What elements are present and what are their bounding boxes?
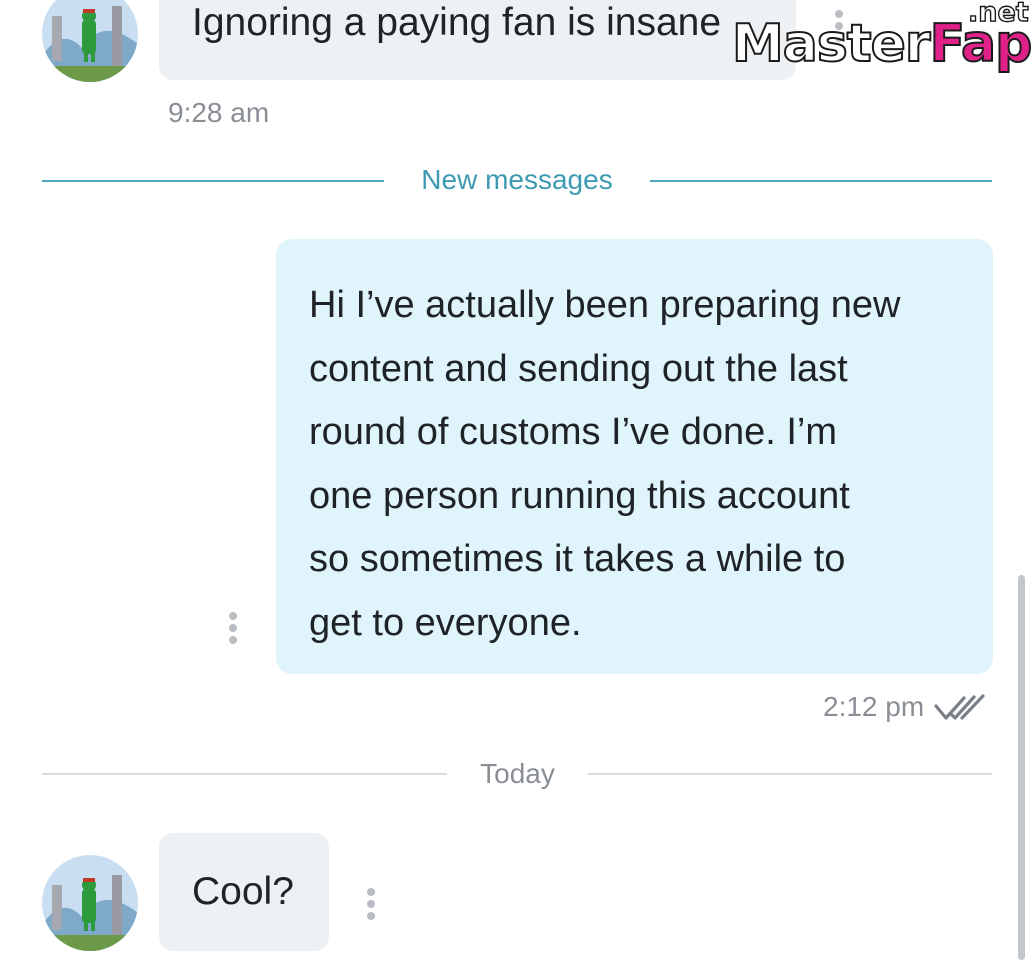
- contact-avatar[interactable]: [42, 0, 138, 82]
- message-line: round of customs I’ve done. I’m: [309, 411, 838, 453]
- new-messages-divider: New messages: [421, 164, 613, 195]
- contact-avatar[interactable]: [42, 855, 138, 951]
- message-line: one person running this account: [309, 474, 850, 517]
- divider-line: [650, 180, 992, 182]
- watermark-net: .net: [967, 0, 1029, 28]
- message-line: so sometimes it takes a while to: [309, 538, 846, 580]
- divider-line: [42, 180, 384, 182]
- message-line: content and sending out the last: [309, 347, 848, 390]
- message-text: Ignoring a paying fan is insane: [192, 1, 722, 44]
- double-check-icon: [934, 694, 985, 720]
- divider-line: [42, 773, 447, 775]
- scrollbar[interactable]: [1018, 575, 1025, 960]
- message-bubble-incoming[interactable]: Ignoring a paying fan is insane: [159, 0, 796, 80]
- message-line: Hi I’ve actually been preparing new: [309, 284, 901, 326]
- watermark-master: Master: [731, 13, 932, 75]
- divider-line: [588, 773, 992, 775]
- message-line: get to everyone.: [309, 601, 582, 644]
- chat-screen: Ignoring a paying fan is insane 9:28 am …: [0, 0, 1035, 960]
- message-options-icon[interactable]: [228, 612, 238, 644]
- message-timestamp: 2:12 pm: [823, 691, 925, 722]
- message-options-icon[interactable]: [366, 888, 376, 920]
- message-timestamp: 9:28 am: [168, 97, 270, 128]
- message-text: Cool?: [192, 870, 294, 913]
- message-bubble-outgoing[interactable]: Hi I’ve actually been preparing new cont…: [276, 239, 993, 674]
- watermark-logo: MasterFap .net: [731, 0, 1035, 86]
- message-bubble-incoming[interactable]: Cool?: [159, 833, 329, 951]
- date-divider: Today: [480, 758, 555, 789]
